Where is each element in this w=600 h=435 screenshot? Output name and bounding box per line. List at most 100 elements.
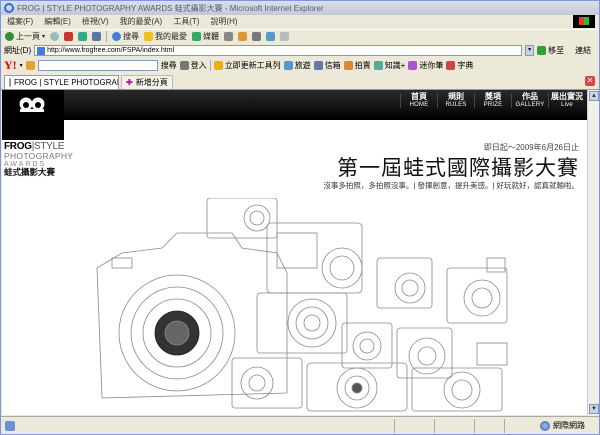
mail-button[interactable]: 信箱 [313,60,341,71]
menu-help[interactable]: 說明(H) [210,16,237,27]
back-arrow-icon [5,32,14,41]
nav-rules-en: RULES [445,101,467,108]
dictionary-button[interactable]: 字典 [446,60,473,71]
page-icon [9,78,11,87]
nav-live-en: Live [561,101,573,108]
auction-icon [343,61,353,70]
print-icon[interactable] [252,32,262,41]
yahoo-search-label: 搜尋 [160,61,177,70]
logo-block[interactable] [2,90,64,140]
yahoo-toolbar: Y! ▾ 搜尋 登入 立即更新工具列 旅遊 信箱 拍賣 知識+ 迷你筆 字典 [1,58,599,73]
page-viewport: FROG|STYLE PHOTOGRAPHY AWARDS 蛙式攝影大賽 首頁 H… [2,90,587,415]
forward-button[interactable] [50,32,60,41]
back-button[interactable]: 上一頁 ▾ [5,31,45,42]
ie-logo-icon [4,3,14,13]
update-toolbar-button[interactable]: 立即更新工具列 [213,60,281,71]
nav-rules[interactable]: 規則 RULES [437,92,474,109]
nav-home-en: HOME [409,101,429,108]
nav-live-zh: 展出實況 [551,92,583,101]
edit-icon[interactable] [266,32,276,41]
auction-label: 拍賣 [354,61,371,70]
windows-logo-icon [573,15,595,28]
envelope-icon [313,61,323,70]
address-input[interactable]: http://www.frogfree.com/FSPA/index.html [34,45,523,56]
links-button[interactable]: 連結 [575,45,591,56]
nav-gallery-en: GALLERY [515,101,545,108]
mail-label: 信箱 [324,61,341,70]
media-button[interactable]: 媒體 [192,31,219,42]
auction-button[interactable]: 拍賣 [343,60,371,71]
mini-label: 迷你筆 [419,61,444,70]
toolbar-divider [106,31,108,42]
login-label: 登入 [190,61,207,70]
home-icon[interactable] [92,32,102,41]
page-status-icon [5,420,15,431]
yahoo-search-input[interactable] [37,60,158,71]
standard-toolbar: 上一頁 ▾ 搜尋 我的最愛 媒體 [1,29,599,43]
search-label: 搜尋 [123,32,140,41]
travel-button[interactable]: 旅遊 [283,60,311,71]
back-label: 上一頁 [16,32,40,41]
search-button[interactable]: 搜尋 [112,31,139,42]
scroll-down-icon[interactable]: ▼ [589,404,599,414]
window-title: FROG | STYLE PHOTOGRAPHY AWARDS 蛙式攝影大賽 -… [17,3,324,13]
favorites-label: 我的最愛 [155,32,188,41]
menu-bar: 檔案(F) 編輯(E) 檢視(V) 我的最愛(A) 工具(T) 說明(H) [1,15,599,28]
go-button[interactable]: 移至 [537,45,564,56]
nav-home-zh: 首頁 [411,92,427,101]
menu-favorites[interactable]: 我的最愛(A) [120,16,163,27]
knowledge-button[interactable]: 知識+ [373,60,406,71]
close-tab-icon[interactable]: ✕ [585,76,595,86]
frog-eyes-icon [19,97,45,112]
nav-prize[interactable]: 獎項 PRIZE [474,92,511,109]
login-icon [179,61,189,70]
nav-prize-zh: 獎項 [485,92,501,101]
chevron-down-icon[interactable]: ▾ [20,62,23,69]
title-bar[interactable]: FROG | STYLE PHOTOGRAPHY AWARDS 蛙式攝影大賽 -… [1,1,599,15]
yahoo-search-button[interactable]: 搜尋 [161,60,177,71]
favorites-button[interactable]: 我的最愛 [144,31,187,42]
globe-icon [540,420,550,431]
menu-view[interactable]: 檢視(V) [82,16,109,27]
discuss-icon[interactable] [280,32,290,41]
status-bar: 網際網路 [1,416,599,434]
go-arrow-icon [537,46,547,55]
update-label: 立即更新工具列 [224,61,281,70]
pen-icon [408,61,418,70]
new-tab-button[interactable]: ✚ 新增分頁 [121,75,173,89]
brand-chinese: 蛙式攝影大賽 [4,166,56,177]
menu-file[interactable]: 檔案(F) [7,16,33,27]
browser-window: FROG | STYLE PHOTOGRAPHY AWARDS 蛙式攝影大賽 -… [0,0,600,435]
menu-edit[interactable]: 編輯(E) [44,16,71,27]
yahoo-logo-icon[interactable]: Y! [4,58,17,73]
toolbar-divider [209,60,211,71]
scroll-up-icon[interactable]: ▲ [589,91,599,101]
knowledge-label: 知識+ [384,61,406,70]
knowledge-icon [373,61,383,70]
nav-home[interactable]: 首頁 HOME [400,92,437,109]
address-dropdown-button[interactable]: ▾ [525,45,535,56]
mini-button[interactable]: 迷你筆 [408,60,443,71]
menu-tools[interactable]: 工具(T) [173,16,199,27]
nav-live[interactable]: 展出實況 Live [548,92,585,109]
plus-icon: ✚ [126,78,133,87]
refresh-icon[interactable] [78,32,88,41]
nav-gallery[interactable]: 作品 GALLERY [511,92,548,109]
status-divider [434,418,435,433]
search-icon [112,32,122,41]
nav-prize-en: PRIZE [483,101,503,108]
login-button[interactable]: 登入 [179,60,207,71]
pencil-icon[interactable] [25,61,35,70]
travel-label: 旅遊 [294,61,311,70]
history-icon[interactable] [224,32,234,41]
vertical-scrollbar[interactable]: ▲ ▼ [587,90,599,415]
tab-frog-style[interactable]: FROG | STYLE PHOTOGRAPH... [4,75,119,89]
contest-headline: 第一屆蛙式國際攝影大賽 [337,156,579,180]
forward-arrow-icon [50,32,60,41]
stop-icon[interactable] [64,32,74,41]
page-favicon-icon [37,46,46,55]
nav-gallery-zh: 作品 [522,92,538,101]
go-label: 移至 [548,46,565,55]
site-nav: 首頁 HOME 規則 RULES 獎項 PRIZE 作品 GALLERY 展出實況 Liv… [400,92,585,109]
mail-icon[interactable] [238,32,248,41]
